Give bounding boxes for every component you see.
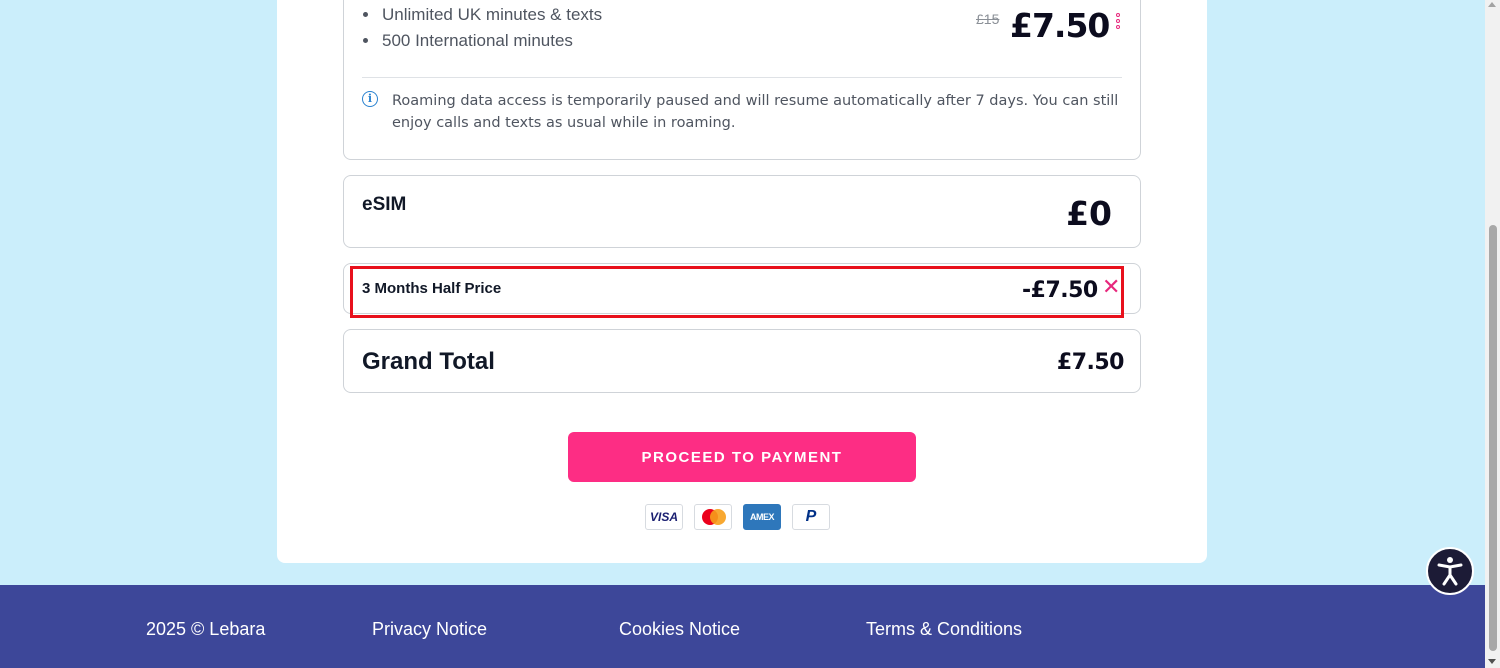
footer-link-privacy[interactable]: Privacy Notice bbox=[372, 619, 487, 640]
mastercard-icon bbox=[694, 504, 732, 530]
info-icon: i bbox=[362, 91, 378, 107]
vertical-scrollbar[interactable] bbox=[1485, 0, 1500, 668]
plan-new-price: £7.50 bbox=[1010, 6, 1110, 45]
grand-total-label: Grand Total bbox=[362, 348, 495, 375]
payment-methods: VISA AMEX P bbox=[645, 504, 830, 530]
plan-features-list: Unlimited UK minutes & texts 500 Interna… bbox=[380, 5, 602, 57]
discount-highlight-box bbox=[350, 266, 1124, 318]
visa-icon: VISA bbox=[645, 504, 683, 530]
plan-feature: 500 International minutes bbox=[380, 31, 602, 50]
scroll-up-icon[interactable] bbox=[1488, 2, 1496, 7]
accessibility-icon[interactable] bbox=[1426, 547, 1474, 595]
more-options-icon[interactable] bbox=[1116, 13, 1122, 33]
grand-total-amount: £7.50 bbox=[1056, 350, 1125, 375]
paypal-icon: P bbox=[792, 504, 830, 530]
esim-row: eSIM £0 bbox=[343, 175, 1141, 248]
roaming-info-text: Roaming data access is temporarily pause… bbox=[392, 93, 1119, 131]
footer-link-terms[interactable]: Terms & Conditions bbox=[866, 619, 1022, 640]
grand-total-row: Grand Total £7.50 bbox=[343, 329, 1141, 393]
footer-copyright: 2025 © Lebara bbox=[146, 619, 266, 639]
plan-feature: Unlimited UK minutes & texts bbox=[380, 5, 602, 24]
plan-old-price: £15 bbox=[976, 11, 1000, 27]
plan-summary-box: Unlimited UK minutes & texts 500 Interna… bbox=[343, 0, 1141, 160]
footer-link-cookies[interactable]: Cookies Notice bbox=[619, 619, 740, 640]
site-footer: 2025 © Lebara Privacy Notice Cookies Not… bbox=[0, 585, 1485, 668]
scroll-down-icon[interactable] bbox=[1488, 659, 1496, 664]
amex-icon: AMEX bbox=[743, 504, 781, 530]
esim-label: eSIM bbox=[362, 194, 407, 215]
proceed-to-payment-button[interactable]: PROCEED TO PAYMENT bbox=[568, 432, 916, 482]
scroll-thumb[interactable] bbox=[1489, 225, 1497, 651]
esim-amount: £0 bbox=[1066, 194, 1112, 233]
divider bbox=[362, 77, 1122, 78]
